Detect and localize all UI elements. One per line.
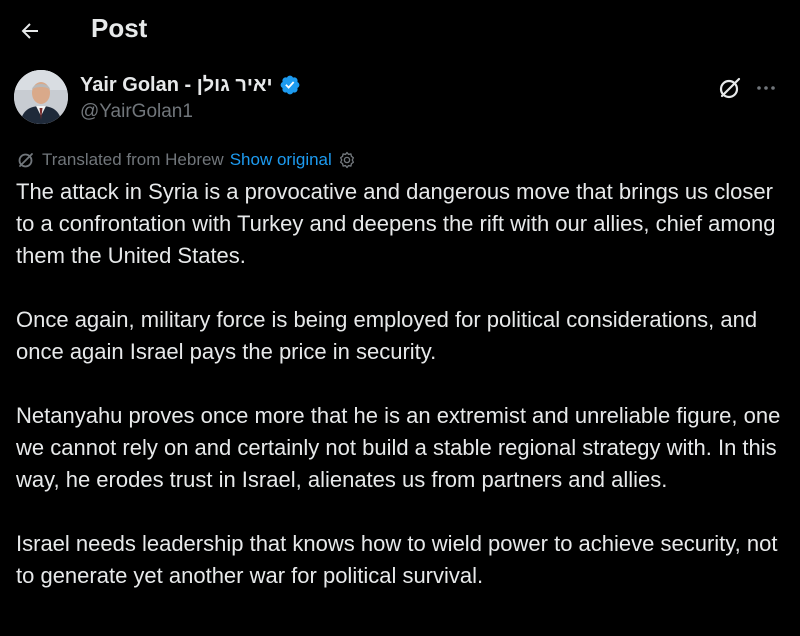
translate-icon <box>18 153 33 168</box>
gear-icon[interactable] <box>338 151 356 169</box>
more-button[interactable] <box>752 74 780 102</box>
post-author: Yair Golan - יאיר גולן @YairGolan1 <box>14 70 786 130</box>
top-bar: Post <box>0 0 800 64</box>
grok-button[interactable] <box>716 74 744 102</box>
translation-notice: Translated from Hebrew Show original <box>16 148 356 172</box>
arrow-left-icon <box>21 23 38 39</box>
show-original-link[interactable]: Show original <box>230 150 332 170</box>
more-icon <box>757 86 775 90</box>
author-handle[interactable]: @YairGolan1 <box>80 101 301 123</box>
translated-label: Translated from Hebrew <box>42 150 224 169</box>
verified-badge-icon <box>280 75 299 95</box>
page-title: Post <box>91 13 148 43</box>
author-display-name[interactable]: Yair Golan - יאיר גולן <box>80 74 273 97</box>
post-paragraph: Once again, military force is being empl… <box>16 307 758 364</box>
post-text: The attack in Syria is a provocative and… <box>16 176 791 592</box>
grok-icon <box>719 77 741 99</box>
post-paragraph: The attack in Syria is a provocative and… <box>16 179 776 268</box>
post-paragraph: Netanyahu proves once more that he is an… <box>16 403 781 492</box>
avatar[interactable] <box>14 70 68 124</box>
back-button[interactable] <box>14 15 46 47</box>
post-paragraph: Israel needs leadership that knows how t… <box>16 531 778 588</box>
